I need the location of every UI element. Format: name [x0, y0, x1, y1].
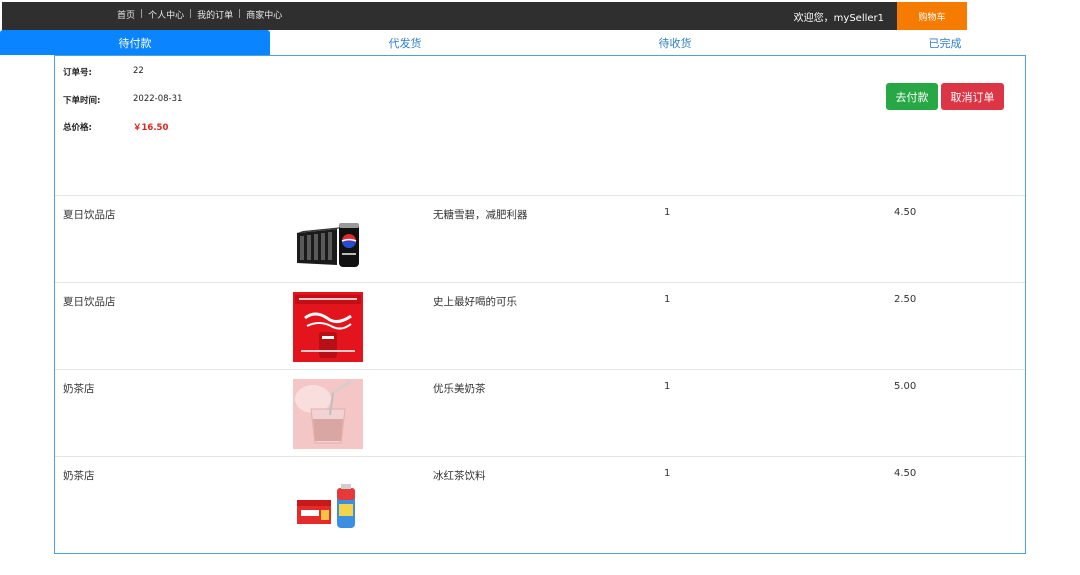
order-item-row: 奶茶店 优乐美奶茶 1 5.00: [55, 369, 1025, 456]
nav-home-link[interactable]: 首页: [117, 8, 135, 21]
welcome-text: 欢迎您，mySeller1: [793, 12, 884, 24]
item-product-name: 无糖雪碧，减肥利器: [433, 209, 528, 221]
cart-button[interactable]: 购物车: [897, 2, 967, 30]
tab-to-ship[interactable]: 代发货: [270, 30, 540, 55]
top-nav: 首页 | 个人中心 | 我的订单 | 商家中心: [117, 0, 282, 28]
item-quantity: 1: [664, 468, 671, 479]
cola-pack-icon: [293, 292, 363, 362]
order-time-row: 下单时间: 2022-08-31: [63, 94, 182, 106]
order-total-value: ￥16.50: [133, 123, 169, 133]
item-quantity: 1: [664, 207, 671, 218]
order-id-value: 22: [133, 66, 144, 76]
order-total-label: 总价格:: [63, 123, 92, 133]
order-item-row: 夏日饮品店 无糖雪碧，减肥利器 1 4.50: [55, 195, 1025, 282]
nav-separator: |: [140, 9, 144, 19]
nav-separator: |: [238, 9, 242, 19]
tab-pending-payment[interactable]: 待付款: [0, 30, 270, 55]
item-price: 5.00: [894, 381, 917, 392]
order-item-row: 奶茶店 冰红茶饮料 1 4.50: [55, 456, 1025, 543]
item-product-name: 史上最好喝的可乐: [433, 296, 517, 308]
pay-button[interactable]: 去付款: [886, 83, 938, 110]
order-total-row: 总价格: ￥16.50: [63, 121, 168, 133]
nav-merchant-link[interactable]: 商家中心: [246, 8, 282, 21]
item-price: 4.50: [894, 468, 917, 479]
nav-orders-link[interactable]: 我的订单: [197, 8, 233, 21]
order-status-tabs: 待付款 代发货 待收货 已完成: [0, 30, 1080, 55]
item-shop-name: 夏日饮品店: [63, 296, 116, 308]
milk-tea-icon: [293, 379, 363, 449]
nav-profile-link[interactable]: 个人中心: [148, 8, 184, 21]
item-quantity: 1: [664, 294, 671, 305]
cancel-order-button[interactable]: 取消订单: [941, 83, 1004, 110]
top-bar: 首页 | 个人中心 | 我的订单 | 商家中心 欢迎您，mySeller1 购物…: [0, 0, 1080, 30]
item-product-name: 优乐美奶茶: [433, 383, 486, 395]
order-time-label: 下单时间:: [63, 96, 101, 106]
nav-separator: |: [189, 9, 193, 19]
tab-to-receive[interactable]: 待收货: [540, 30, 810, 55]
item-shop-name: 奶茶店: [63, 470, 95, 482]
order-time-value: 2022-08-31: [133, 94, 183, 104]
item-product-name: 冰红茶饮料: [433, 470, 486, 482]
order-panel: 订单号: 22 下单时间: 2022-08-31 总价格: ￥16.50 去付款…: [54, 55, 1026, 554]
order-id-label: 订单号:: [63, 68, 92, 78]
cola-cans-icon: [293, 205, 363, 275]
item-shop-name: 夏日饮品店: [63, 209, 116, 221]
item-quantity: 1: [664, 381, 671, 392]
item-shop-name: 奶茶店: [63, 383, 95, 395]
tab-completed[interactable]: 已完成: [810, 30, 1080, 55]
item-price: 4.50: [894, 207, 917, 218]
order-id-row: 订单号: 22: [63, 66, 144, 78]
ice-tea-icon: [293, 466, 363, 536]
item-price: 2.50: [894, 294, 917, 305]
order-item-row: 夏日饮品店 史上最好喝的可乐 1 2.50: [55, 282, 1025, 369]
